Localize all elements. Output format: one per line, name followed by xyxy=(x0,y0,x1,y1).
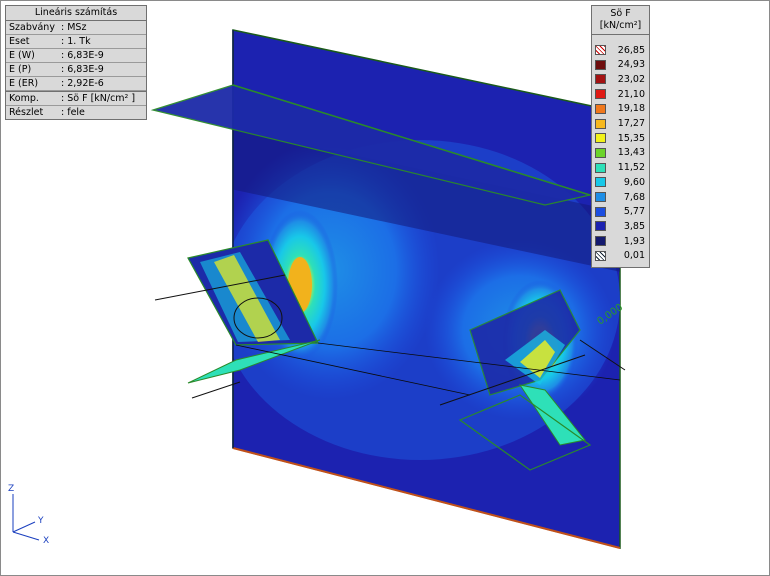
legend-item: 15,35 xyxy=(595,132,647,144)
legend-swatch xyxy=(595,89,606,100)
legend-item: 9,60 xyxy=(595,176,647,188)
legend-item: 19,18 xyxy=(595,103,647,115)
legend-swatch xyxy=(595,192,606,202)
info-panel-title: Lineáris számítás xyxy=(6,6,146,21)
legend-swatch xyxy=(595,59,606,70)
legend-title: Sö F xyxy=(610,8,631,19)
axis-triad: Z Y X xyxy=(5,480,65,550)
legend-value: 17,27 xyxy=(617,118,645,129)
legend-item: 0,01 xyxy=(595,250,647,262)
legend-swatch xyxy=(595,177,606,188)
info-row-ew: E (W) : 6,83E-9 xyxy=(6,49,146,63)
legend-value: 5,77 xyxy=(623,206,645,218)
legend-item: 7,68 xyxy=(595,191,647,203)
info-row-case: Eset : 1. Tk xyxy=(6,35,146,49)
legend-swatch xyxy=(595,250,606,261)
legend-swatch xyxy=(595,103,606,114)
calculation-info-panel: Lineáris számítás Szabvány : MSz Eset : … xyxy=(5,5,147,120)
info-row-component: Komp. : Sö F [kN/cm² ] xyxy=(6,91,146,106)
legend-swatch xyxy=(595,118,606,129)
legend-item: 3,85 xyxy=(595,220,647,232)
info-row-eer: E (ER) : 2,92E-6 xyxy=(6,77,146,91)
axis-y-label: Y xyxy=(38,516,44,526)
legend-swatch xyxy=(595,236,606,247)
legend-swatch xyxy=(595,162,606,173)
legend-swatch xyxy=(595,221,606,232)
info-row-detail: Részlet : fele xyxy=(9,107,85,118)
legend-swatch xyxy=(595,206,606,217)
value-label-left-2: 10.8 xyxy=(205,333,225,343)
info-row-standard: Szabvány : MSz xyxy=(6,21,146,35)
legend-value: 0,01 xyxy=(623,250,645,262)
legend-item: 21,10 xyxy=(595,88,647,100)
legend-item: 13,43 xyxy=(595,147,647,159)
legend-item: 1,93 xyxy=(595,235,647,247)
legend-swatch xyxy=(595,74,606,85)
legend-item: 23,02 xyxy=(595,73,647,85)
value-label-left-1: 10.8 xyxy=(199,321,219,331)
legend-value: 24,93 xyxy=(617,59,645,71)
legend-value: 11,52 xyxy=(617,162,645,174)
legend-value: 21,10 xyxy=(617,88,645,100)
color-legend: Sö F [kN/cm²] 26,85 24,93 23,02 21,10 19,18 1… xyxy=(591,5,650,268)
info-row-ep: E (P) : 6,83E-9 xyxy=(6,63,146,77)
legend-value: 7,68 xyxy=(623,191,645,203)
legend-swatch xyxy=(595,147,606,158)
legend-value: 15,35 xyxy=(617,132,645,144)
legend-value: 19,18 xyxy=(617,103,645,115)
legend-item: 26,85 xyxy=(595,44,647,56)
legend-value: 3,85 xyxy=(623,220,645,232)
legend-swatch xyxy=(595,45,606,55)
legend-value: 13,43 xyxy=(617,147,645,159)
legend-item: 5,77 xyxy=(595,206,647,218)
legend-item: 17,27 xyxy=(595,118,647,130)
legend-item: 11,52 xyxy=(595,162,647,174)
axis-z-label: Z xyxy=(8,484,15,494)
legend-item: 24,93 xyxy=(595,59,647,71)
legend-value: 23,02 xyxy=(617,73,645,85)
legend-swatch xyxy=(595,133,606,144)
legend-unit: [kN/cm²] xyxy=(592,20,649,35)
legend-value: 1,93 xyxy=(623,235,645,247)
axis-x-label: X xyxy=(43,536,50,546)
legend-value: 26,85 xyxy=(617,44,645,56)
legend-value: 9,60 xyxy=(623,176,645,188)
